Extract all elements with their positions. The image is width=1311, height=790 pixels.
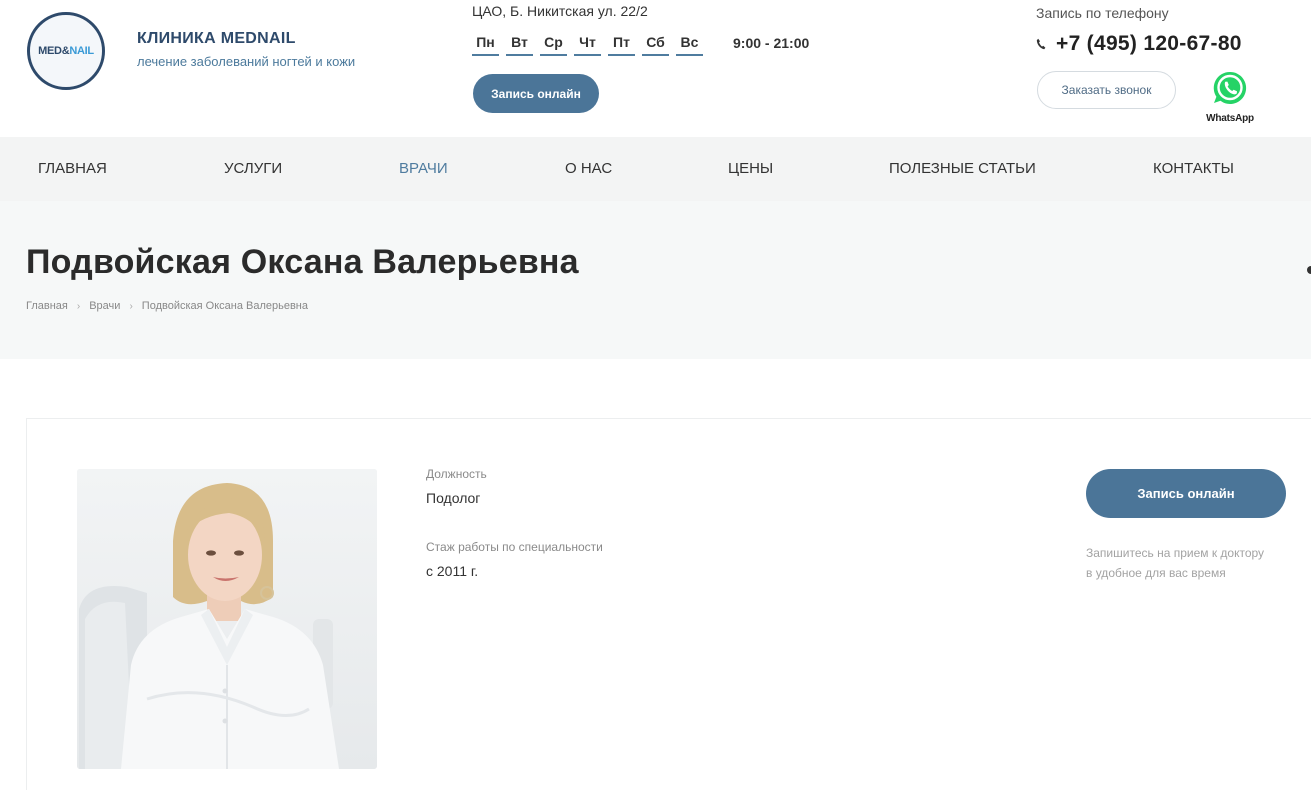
chevron-right-icon: ›: [76, 300, 81, 312]
whatsapp-label: WhatsApp: [1206, 113, 1254, 124]
phone-icon: [1036, 33, 1046, 55]
experience-label: Стаж работы по специальности: [426, 540, 603, 554]
whatsapp-icon: [1212, 70, 1248, 111]
nav-item-articles[interactable]: ПОЛЕЗНЫЕ СТАТЬИ: [889, 137, 1036, 201]
breadcrumb-home[interactable]: Главная: [26, 300, 68, 312]
phone-link[interactable]: +7 (495) 120-67-80: [1036, 32, 1242, 56]
main-nav: ГЛАВНАЯ УСЛУГИ ВРАЧИ О НАС ЦЕНЫ ПОЛЕЗНЫЕ…: [0, 137, 1311, 201]
clinic-logo[interactable]: MED& NAIL: [27, 12, 105, 90]
nav-item-contacts[interactable]: КОНТАКТЫ: [1153, 137, 1234, 201]
logo-text-med: MED&: [38, 45, 70, 57]
day-mon: Пн: [472, 34, 499, 56]
position-value: Подолог: [426, 490, 481, 506]
site-header: MED& NAIL КЛИНИКА MEDNAIL лечение заболев…: [0, 0, 1311, 137]
booking-note-line1: Запишитесь на прием к доктору: [1086, 546, 1265, 560]
logo-text-nail: NAIL: [69, 45, 94, 57]
doctor-photo: [77, 469, 377, 769]
day-fri: Пт: [608, 34, 635, 56]
book-online-button-header[interactable]: Запись онлайн: [473, 74, 599, 113]
chevron-right-icon: ›: [129, 300, 133, 312]
booking-note-line2: в удобное для вас время: [1086, 566, 1226, 580]
nav-item-doctors[interactable]: ВРАЧИ: [399, 137, 448, 201]
whatsapp-link[interactable]: WhatsApp: [1203, 70, 1257, 124]
experience-value: с 2011 г.: [426, 563, 479, 579]
nav-item-prices[interactable]: ЦЕНЫ: [728, 137, 773, 201]
working-hours: 9:00 - 21:00: [733, 35, 810, 51]
breadcrumb-doctors[interactable]: Врачи: [89, 300, 120, 312]
phone-number: +7 (495) 120-67-80: [1056, 32, 1242, 55]
brand-title[interactable]: КЛИНИКА MEDNAIL: [137, 30, 296, 48]
position-label: Должность: [426, 467, 487, 481]
logo-mark: MED& NAIL: [34, 19, 98, 83]
day-tue: Вт: [506, 34, 533, 56]
clinic-address: ЦАО, Б. Никитская ул. 22/2: [472, 3, 648, 19]
doctor-card: Должность Подолог Стаж работы по специал…: [26, 418, 1311, 790]
breadcrumb: Главная › Врачи › Подвойская Оксана Вале…: [26, 300, 308, 312]
breadcrumb-current: Подвойская Оксана Валерьевна: [141, 300, 309, 312]
book-online-button[interactable]: Запись онлайн: [1086, 469, 1286, 518]
day-thu: Чт: [574, 34, 601, 56]
booking-note: Запишитесь на прием к доктору в удобное …: [1086, 543, 1306, 583]
brand-subtitle: лечение заболеваний ногтей и кожи: [137, 54, 356, 69]
nav-item-about[interactable]: О НАС: [565, 137, 612, 201]
day-sun: Вс: [676, 34, 703, 56]
request-callback-button[interactable]: Заказать звонок: [1037, 71, 1176, 109]
phone-label: Запись по телефону: [1036, 5, 1169, 21]
day-sat: Сб: [642, 34, 669, 56]
side-widget-handle[interactable]: [1307, 266, 1311, 274]
day-wed: Ср: [540, 34, 567, 56]
page-title-section: Подвойская Оксана Валерьевна Главная › В…: [0, 201, 1311, 359]
page-title: Подвойская Оксана Валерьевна: [26, 243, 579, 281]
working-days: Пн Вт Ср Чт Пт Сб Вс: [472, 34, 703, 56]
nav-item-home[interactable]: ГЛАВНАЯ: [38, 137, 107, 201]
nav-item-services[interactable]: УСЛУГИ: [224, 137, 282, 201]
